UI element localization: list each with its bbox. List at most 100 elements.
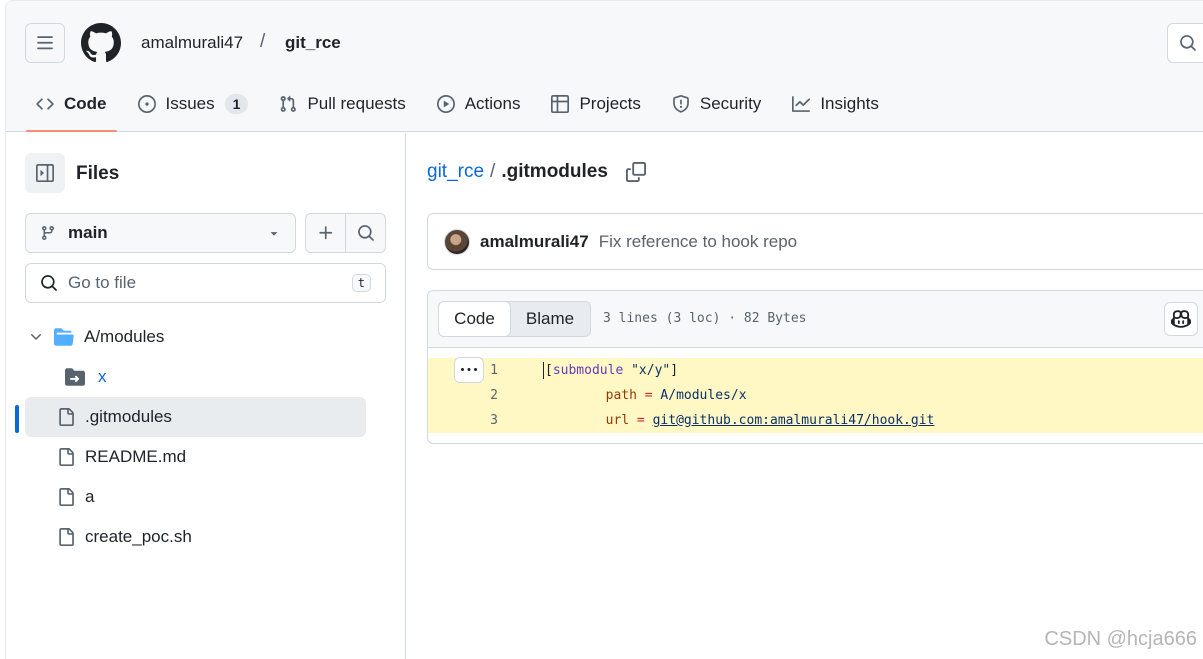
chevron-down-icon	[31, 334, 41, 340]
selected-indicator	[15, 405, 19, 433]
file-icon	[59, 408, 74, 426]
line-options-button[interactable]	[454, 357, 484, 383]
url-link[interactable]: git@github.com:amalmurali47/hook.git	[653, 413, 935, 428]
tab-issues-label: Issues	[165, 94, 215, 113]
tab-actions[interactable]: Actions	[427, 83, 531, 125]
pull-request-icon	[281, 95, 297, 112]
line-content: [submodule "x/y"]	[543, 362, 678, 379]
tree-item-label: a	[85, 487, 95, 506]
repo-name-link[interactable]: git_rce	[285, 33, 341, 53]
files-heading: Files	[76, 163, 120, 184]
search-files-button[interactable]	[346, 214, 385, 252]
file-toolbar: Code Blame 3 lines (3 loc) · 82 Bytes	[428, 291, 1203, 348]
shortcut-key: t	[351, 274, 371, 292]
code-line[interactable]: 1 [submodule "x/y"]	[428, 358, 1203, 383]
plus-icon	[318, 226, 332, 240]
tree-file-readme[interactable]: README.md	[6, 437, 406, 477]
breadcrumb-file: .gitmodules	[501, 161, 608, 182]
line-number[interactable]: 2	[428, 388, 498, 403]
play-icon	[436, 95, 455, 113]
tree-item-label: A/modules	[84, 327, 165, 346]
view-mode-toggle: Code Blame	[438, 301, 591, 337]
line-content: path = A/modules/x	[543, 388, 747, 403]
tab-projects[interactable]: Projects	[541, 83, 650, 125]
tab-projects-label: Projects	[579, 94, 641, 113]
go-to-file-input[interactable]: Go to file t	[25, 263, 386, 303]
tab-pull-requests-label: Pull requests	[307, 94, 406, 113]
graph-icon	[792, 96, 811, 112]
file-tree: A/modules x .gitmodules README.md a crea…	[6, 317, 406, 557]
tree-file-a[interactable]: a	[6, 477, 406, 517]
tab-issues[interactable]: Issues 1	[128, 83, 259, 125]
line-number[interactable]: 3	[428, 413, 498, 428]
watermark: CSDN @hcja666	[1044, 628, 1197, 650]
tab-security[interactable]: Security	[662, 83, 771, 125]
file-icon	[59, 488, 74, 506]
copilot-button[interactable]	[1164, 302, 1198, 336]
file-icon	[59, 528, 74, 546]
search-icon	[41, 275, 57, 291]
go-to-file-placeholder: Go to file	[68, 273, 137, 292]
folder-open-icon	[54, 328, 74, 346]
code-view-button[interactable]: Code	[438, 301, 511, 337]
tab-pull-requests[interactable]: Pull requests	[269, 83, 415, 125]
menu-button[interactable]	[25, 23, 65, 63]
caret-down-icon	[270, 232, 278, 236]
commit-message-link[interactable]: Fix reference to hook repo	[599, 232, 797, 252]
blame-view-button[interactable]: Blame	[510, 302, 590, 336]
tree-folder-a-modules[interactable]: A/modules	[6, 317, 406, 357]
breadcrumb: git_rce / .gitmodules	[427, 161, 646, 183]
code-line[interactable]: 3 url = git@github.com:amalmurali47/hook…	[428, 408, 1203, 433]
tab-insights[interactable]: Insights	[782, 83, 889, 125]
issue-icon	[137, 95, 156, 113]
hamburger-icon	[37, 36, 53, 50]
github-logo-icon[interactable]	[81, 23, 121, 63]
tab-code-label: Code	[64, 94, 107, 113]
equals: =	[629, 413, 653, 428]
copilot-icon	[1171, 310, 1191, 328]
branch-name: main	[68, 223, 108, 242]
avatar[interactable]	[444, 228, 470, 255]
path-separator: /	[260, 31, 266, 52]
breadcrumb-repo-link[interactable]: git_rce	[427, 161, 484, 183]
collapse-sidebar-button[interactable]	[25, 153, 65, 193]
line-content: url = git@github.com:amalmurali47/hook.g…	[543, 413, 935, 428]
config-key: url	[605, 413, 630, 428]
tree-file-gitmodules[interactable]: .gitmodules	[25, 397, 366, 437]
branch-icon	[41, 226, 54, 241]
table-icon	[551, 95, 570, 113]
window: amalmurali47 / git_rce Code Issues 1 Pul…	[5, 0, 1203, 659]
config-key: path	[605, 388, 637, 403]
kebab-horizontal-icon	[461, 368, 477, 371]
add-file-button[interactable]	[306, 214, 346, 252]
search-icon	[1180, 35, 1196, 51]
file-content-box: Code Blame 3 lines (3 loc) · 82 Bytes 1 …	[427, 290, 1203, 444]
tab-code[interactable]: Code	[26, 83, 117, 132]
search-button[interactable]	[1167, 23, 1203, 63]
copy-path-icon[interactable]	[625, 162, 646, 182]
repo-tabs: Code Issues 1 Pull requests Actions Proj…	[26, 83, 900, 132]
equals: =	[636, 388, 661, 403]
sidebar-collapse-icon	[36, 164, 54, 182]
repo-owner-link[interactable]: amalmurali47	[141, 33, 243, 53]
file-view: git_rce / .gitmodules amalmurali47 Fix r…	[407, 133, 1203, 659]
submodule-icon	[65, 368, 85, 386]
code-line[interactable]: 2 path = A/modules/x	[428, 383, 1203, 408]
section-name: "x/y"	[631, 363, 671, 378]
repo-header: amalmurali47 / git_rce Code Issues 1 Pul…	[6, 1, 1203, 132]
latest-commit-bar: amalmurali47 Fix reference to hook repo	[427, 213, 1203, 270]
tab-insights-label: Insights	[820, 94, 879, 113]
section-keyword: submodule	[552, 363, 624, 378]
tree-submodule-x[interactable]: x	[6, 357, 406, 397]
tree-item-label: create_poc.sh	[85, 527, 192, 546]
commit-author-link[interactable]: amalmurali47	[480, 232, 589, 252]
config-value: A/modules/x	[660, 388, 747, 403]
branch-selector[interactable]: main	[25, 213, 296, 253]
file-tree-sidebar: Files main Go to file t A/modules x .git…	[6, 133, 406, 659]
code-icon	[36, 98, 54, 110]
file-icon	[59, 448, 74, 466]
tree-file-create-poc[interactable]: create_poc.sh	[6, 517, 406, 557]
breadcrumb-separator: /	[490, 161, 496, 182]
